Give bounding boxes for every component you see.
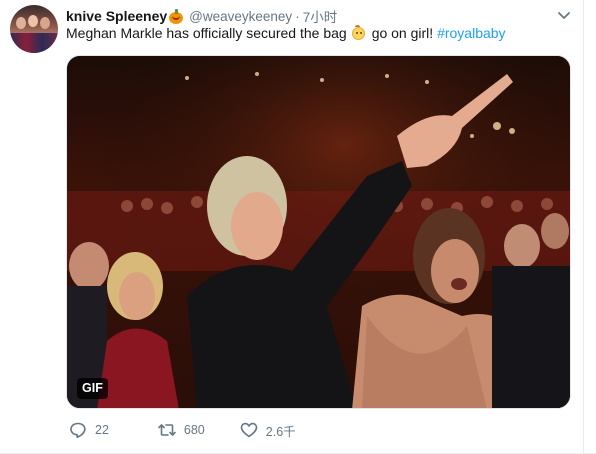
gif-badge: GIF xyxy=(77,378,108,399)
timestamp[interactable]: 7小时 xyxy=(303,6,338,26)
like-count: 2.6千 xyxy=(265,424,296,439)
author-handle[interactable]: @weaveykeeney xyxy=(189,9,292,24)
chevron-down-icon[interactable] xyxy=(556,8,572,22)
gif-media[interactable]: GIF xyxy=(66,55,571,409)
tweet-header: knive Spleeney @weaveykeeney · 7小时 xyxy=(66,7,337,25)
divider xyxy=(583,0,584,454)
retweet-icon xyxy=(158,424,176,436)
reply-count: 22 xyxy=(95,423,109,437)
retweet-count: 680 xyxy=(183,423,205,437)
heart-icon xyxy=(240,422,258,438)
reply-icon xyxy=(70,422,86,439)
jack-o-lantern-icon xyxy=(168,8,184,24)
retweet-button[interactable]: 680 xyxy=(157,420,205,440)
separator: · xyxy=(295,8,300,24)
author-name[interactable]: knive Spleeney xyxy=(66,8,167,24)
tweet-text: Meghan Markle has officially secured the… xyxy=(66,25,506,41)
tweet-text-tail: go on girl! xyxy=(371,25,434,41)
reply-button[interactable]: 22 xyxy=(68,420,109,440)
tweet-text-main: Meghan Markle has officially secured the… xyxy=(66,25,347,41)
tweet-actions: 22 680 2.6千 xyxy=(66,420,296,440)
hashtag-link[interactable]: #royalbaby xyxy=(437,25,506,41)
like-button[interactable]: 2.6千 xyxy=(239,420,296,440)
baby-face-icon xyxy=(350,25,366,41)
gif-frame xyxy=(67,56,570,408)
avatar[interactable] xyxy=(10,5,58,53)
